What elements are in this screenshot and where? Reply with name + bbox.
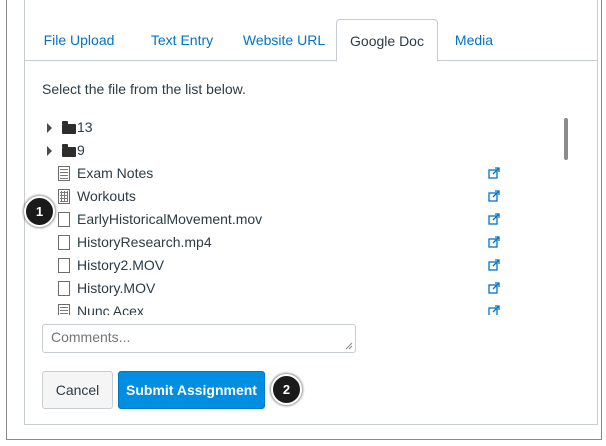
file-name: EarlyHistoricalMovement.mov [77,211,263,227]
external-link-icon[interactable] [488,282,500,294]
file-icon [58,258,70,273]
list-item-file[interactable]: Workouts [42,187,562,210]
list-item-file[interactable]: Exam Notes [42,164,562,187]
list-item-folder-9[interactable]: 9 [42,141,562,164]
callout-badge-2: 2 [271,374,302,405]
file-name: Exam Notes [77,165,154,181]
external-link-icon[interactable] [488,236,500,248]
file-name: 9 [77,142,85,158]
submission-tabs: File Upload Text Entry Website URL Googl… [24,19,598,62]
callout-badge-1: 1 [24,196,55,227]
list-item-file[interactable]: History2.MOV [42,256,562,279]
list-item-folder-13[interactable]: 13 [42,118,562,141]
tab-website-url[interactable]: Website URL [232,19,336,61]
file-icon [58,281,70,296]
tab-media[interactable]: Media [438,19,510,61]
file-icon [58,212,70,227]
document-icon [58,304,70,315]
external-link-icon[interactable] [488,167,500,179]
folder-icon [62,144,76,157]
file-name: History2.MOV [77,257,165,273]
instruction-text: Select the file from the list below. [42,81,246,97]
file-name: History.MOV [77,280,156,296]
tab-google-doc[interactable]: Google Doc [336,19,438,62]
resize-grip-icon[interactable] [345,342,353,350]
file-name: Workouts [77,188,136,204]
external-link-icon[interactable] [488,190,500,202]
caret-right-icon[interactable] [47,146,52,156]
list-item-file[interactable]: Nunc Acex [42,302,562,315]
list-item-file[interactable]: EarlyHistoricalMovement.mov [42,210,562,233]
list-item-file[interactable]: HistoryResearch.mp4 [42,233,562,256]
caret-right-icon[interactable] [47,123,52,133]
cancel-button[interactable]: Cancel [42,371,113,409]
document-icon [58,166,70,181]
external-link-icon[interactable] [488,259,500,271]
tab-text-entry[interactable]: Text Entry [132,19,232,61]
file-name: 13 [77,119,93,135]
submit-assignment-button[interactable]: Submit Assignment [118,371,265,409]
file-name: Nunc Acex [77,303,144,315]
file-name: HistoryResearch.mp4 [77,234,212,250]
external-link-icon[interactable] [488,213,500,225]
list-item-file[interactable]: History.MOV [42,279,562,302]
external-link-icon[interactable] [488,305,500,315]
folder-icon [62,121,76,134]
file-list-scrollbar[interactable] [564,118,568,160]
spreadsheet-icon [58,189,70,204]
file-icon [58,235,70,250]
comments-field[interactable] [42,324,356,353]
tab-file-upload[interactable]: File Upload [26,19,132,61]
google-doc-file-list: 13 9 Exam Notes Workouts EarlyHistorical… [42,112,580,315]
